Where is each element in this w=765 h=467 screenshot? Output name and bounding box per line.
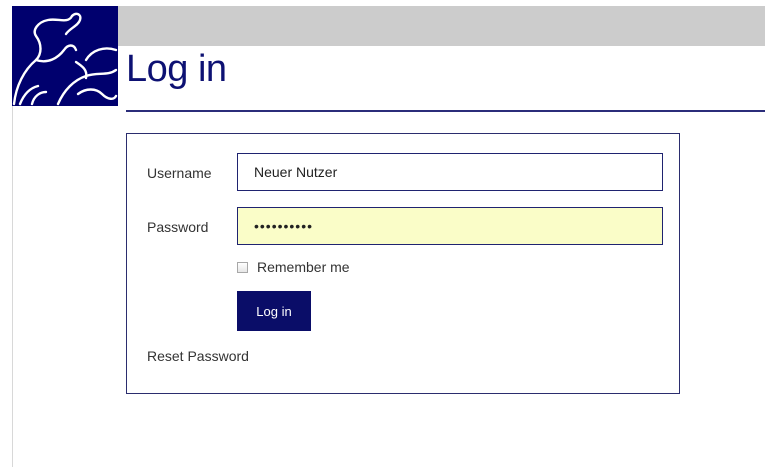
bull-and-bear-logo-icon (12, 6, 118, 106)
left-divider (12, 106, 13, 467)
top-header-bar (118, 6, 765, 46)
password-label: Password (147, 219, 209, 235)
remember-me-label: Remember me (257, 259, 350, 275)
page-title: Log in (126, 48, 227, 90)
reset-password-link[interactable]: Reset Password (147, 348, 249, 364)
username-label: Username (147, 165, 212, 181)
username-field[interactable] (237, 153, 663, 191)
login-page: Log in Username Password Remember me Log… (0, 0, 765, 467)
remember-me-option[interactable]: Remember me (237, 258, 350, 276)
password-field[interactable] (237, 207, 663, 245)
login-form: Username Password Remember me Log in Res… (126, 133, 680, 394)
title-divider (126, 110, 765, 112)
remember-me-checkbox[interactable] (237, 261, 248, 273)
login-button[interactable]: Log in (237, 291, 311, 331)
